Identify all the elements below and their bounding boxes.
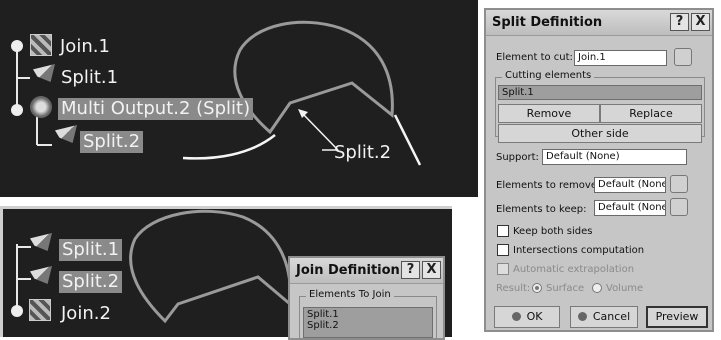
- tree-item-multi-output[interactable]: Multi Output.2 (Split): [58, 98, 254, 120]
- support-label: Support:: [496, 152, 539, 163]
- intersections-checkbox[interactable]: [497, 244, 509, 256]
- other-side-button[interactable]: Other side: [498, 124, 702, 143]
- ok-label: OK: [526, 310, 543, 323]
- join-feature-icon: [29, 299, 51, 321]
- bottom-3d-viewport[interactable]: Split.1 Split.2 Join.2 Join Definition ?…: [0, 206, 452, 340]
- tree-item-join2[interactable]: Join.2: [61, 303, 111, 325]
- auto-extrapolation-checkbox[interactable]: [497, 263, 509, 275]
- volume-radio[interactable]: [592, 283, 602, 293]
- join-surface-shape: [129, 209, 292, 324]
- keep-both-sides-checkbox[interactable]: [497, 225, 509, 237]
- remove-button[interactable]: Remove: [498, 104, 600, 123]
- elements-to-remove-label: Elements to remove:: [496, 180, 601, 191]
- volume-label: Volume: [606, 283, 644, 294]
- surface-label: Surface: [546, 283, 585, 294]
- support-field[interactable]: Default (None): [542, 149, 687, 165]
- cancel-button[interactable]: Cancel: [570, 306, 638, 328]
- preview-button[interactable]: Preview: [646, 306, 708, 328]
- expand-plus-icon[interactable]: [11, 305, 23, 317]
- support-curve: [182, 134, 276, 160]
- expand-plus-icon[interactable]: [11, 40, 23, 52]
- surface-radio[interactable]: [532, 283, 542, 293]
- replace-button[interactable]: Replace: [600, 104, 702, 123]
- keep-both-sides-label: Keep both sides: [513, 226, 593, 237]
- geometry-callout-label: Split.2: [334, 142, 392, 163]
- element-to-cut-field[interactable]: Join.1: [574, 50, 667, 66]
- list-item[interactable]: Split.1: [307, 309, 429, 320]
- ok-icon: [511, 312, 521, 321]
- keep-picker-icon[interactable]: [670, 198, 688, 216]
- help-button[interactable]: ?: [670, 13, 689, 31]
- group-title: Elements To Join: [306, 289, 394, 300]
- ok-button[interactable]: OK: [494, 306, 560, 328]
- help-button[interactable]: ?: [401, 261, 420, 279]
- tree-item-split1[interactable]: Split.1: [61, 67, 118, 89]
- auto-extrapolation-label: Automatic extrapolation: [513, 264, 635, 275]
- close-button[interactable]: X: [422, 261, 441, 279]
- tree-item-split2[interactable]: Split.2: [59, 271, 123, 293]
- result-label: Result:: [496, 283, 531, 294]
- multi-output-icon: [30, 96, 52, 118]
- split-definition-dialog: Split Definition ? X Element to cut: Joi…: [484, 8, 714, 332]
- cancel-icon: [577, 312, 587, 321]
- remove-picker-icon[interactable]: [670, 175, 688, 193]
- elements-to-join-list[interactable]: Split.1 Split.2: [303, 307, 433, 338]
- intersections-label: Intersections computation: [513, 245, 645, 256]
- tree-item-join1[interactable]: Join.1: [60, 36, 110, 58]
- element-picker-icon[interactable]: [674, 48, 692, 66]
- dialog-title[interactable]: Join Definition: [290, 258, 443, 284]
- elements-to-remove-field[interactable]: Default (None): [594, 177, 666, 193]
- elements-to-keep-label: Elements to keep:: [496, 204, 587, 215]
- list-item[interactable]: Split.2: [307, 320, 429, 331]
- elements-to-keep-field[interactable]: Default (None): [594, 200, 666, 216]
- join-feature-icon: [30, 34, 52, 56]
- group-title: Cutting elements: [502, 70, 595, 81]
- tree-item-split2[interactable]: Split.2: [80, 131, 144, 153]
- list-item[interactable]: Split.1: [502, 87, 698, 98]
- cancel-label: Cancel: [592, 310, 631, 323]
- viewport-separator: [0, 197, 478, 206]
- element-to-cut-label: Element to cut:: [496, 52, 573, 63]
- top-3d-viewport[interactable]: Join.1 Split.1 Multi Output.2 (Split) Sp…: [0, 0, 478, 197]
- collapse-minus-icon[interactable]: [11, 104, 23, 116]
- tree-item-split1[interactable]: Split.1: [59, 239, 123, 261]
- join-definition-dialog: Join Definition ? X Elements To Join Spl…: [288, 256, 445, 340]
- split-surface-shape: [233, 20, 394, 135]
- close-button[interactable]: X: [691, 13, 710, 31]
- cutting-elements-list[interactable]: Split.1: [498, 85, 702, 100]
